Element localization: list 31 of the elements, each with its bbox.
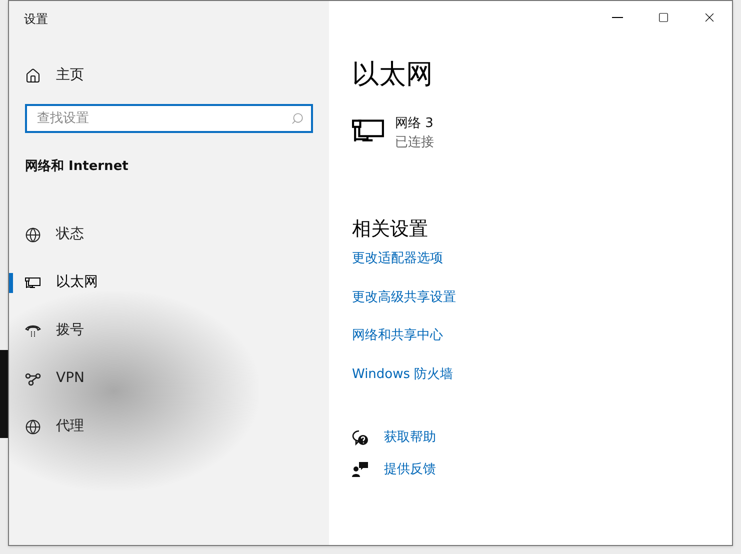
minimize-icon xyxy=(612,16,622,18)
ethernet-icon xyxy=(25,274,41,290)
phone-icon xyxy=(25,322,41,338)
home-icon xyxy=(25,68,41,84)
network-name: 网络 3 xyxy=(395,114,434,132)
settings-link[interactable]: 更改适配器选项 xyxy=(352,249,443,268)
section-title: 网络和 Internet xyxy=(25,158,128,176)
home-nav-item[interactable]: 主页 xyxy=(25,65,84,86)
nav-item[interactable]: VPN xyxy=(25,368,84,389)
settings-link[interactable]: 网络和共享中心 xyxy=(352,326,443,346)
nav-item[interactable]: 状态 xyxy=(25,224,84,245)
page-title: 以太网 xyxy=(352,58,433,92)
maximize-icon xyxy=(658,12,668,22)
nav-item[interactable]: 以太网 xyxy=(25,272,98,293)
nav-item[interactable]: 代理 xyxy=(25,416,84,437)
window-title: 设置 xyxy=(24,11,48,28)
nav-item[interactable]: 拨号 xyxy=(25,320,84,341)
help-link[interactable]: 获取帮助 xyxy=(384,428,436,448)
settings-link[interactable]: 更改高级共享设置 xyxy=(352,288,456,307)
globe-icon xyxy=(25,226,41,242)
network-status: 已连接 xyxy=(395,134,434,152)
help-icon xyxy=(352,430,368,446)
help-link[interactable]: 提供反馈 xyxy=(384,460,436,479)
settings-link[interactable]: Windows 防火墙 xyxy=(352,364,454,384)
vpn-icon xyxy=(25,370,41,386)
ethernet-icon xyxy=(352,118,385,144)
feedback-icon xyxy=(352,461,368,478)
search-field[interactable]: 查找设置 xyxy=(25,104,313,133)
search-icon xyxy=(291,112,304,125)
globe-icon xyxy=(25,418,41,434)
section-heading: 相关设置 xyxy=(352,216,428,242)
